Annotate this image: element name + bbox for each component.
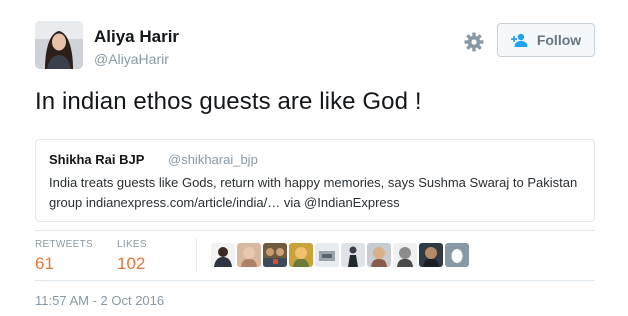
author-avatar[interactable]	[35, 21, 83, 69]
stats-divider-bottom	[35, 280, 595, 281]
likes-count: 102	[117, 254, 146, 273]
author-handle[interactable]: @AliyaHarir	[94, 51, 169, 67]
likes-stat[interactable]: LIKES 102	[117, 239, 147, 274]
liker-avatar[interactable]	[393, 243, 417, 267]
liker-avatar[interactable]	[367, 243, 391, 267]
tweet-timestamp[interactable]: 11:57 AM - 2 Oct 2016	[35, 293, 164, 308]
liker-avatar[interactable]	[211, 243, 235, 267]
liker-avatar[interactable]	[341, 243, 365, 267]
retweets-count: 61	[35, 254, 54, 273]
tweet-text: In indian ethos guests are like God !	[35, 88, 422, 115]
retweets-stat[interactable]: RETWEETS 61	[35, 239, 93, 274]
tweet-card: Aliya Harir @AliyaHarir Follow In indian…	[0, 0, 628, 316]
quoted-author-handle: @shikharai_bjp	[168, 152, 258, 167]
author-name[interactable]: Aliya Harir	[94, 27, 179, 47]
quoted-author-name: Shikha Rai BJP	[49, 152, 145, 167]
default-egg-avatar[interactable]	[445, 243, 469, 267]
follow-label: Follow	[536, 32, 582, 48]
stats-separator	[196, 239, 197, 272]
gear-icon[interactable]	[463, 31, 485, 53]
liker-avatar[interactable]	[315, 243, 339, 267]
liker-avatar[interactable]	[237, 243, 261, 267]
stats-divider-top	[35, 230, 595, 231]
liker-avatars	[211, 243, 469, 267]
quoted-tweet[interactable]: Shikha Rai BJP @shikharai_bjp India trea…	[35, 139, 595, 222]
follow-button[interactable]: Follow	[497, 23, 595, 57]
liker-avatar[interactable]	[419, 243, 443, 267]
likes-label: LIKES	[117, 239, 147, 250]
liker-avatar[interactable]	[289, 243, 313, 267]
quoted-tweet-text: India treats guests like Gods, return wi…	[49, 175, 578, 210]
retweets-label: RETWEETS	[35, 239, 93, 250]
liker-avatar[interactable]	[263, 243, 287, 267]
follow-person-plus-icon	[510, 33, 531, 47]
